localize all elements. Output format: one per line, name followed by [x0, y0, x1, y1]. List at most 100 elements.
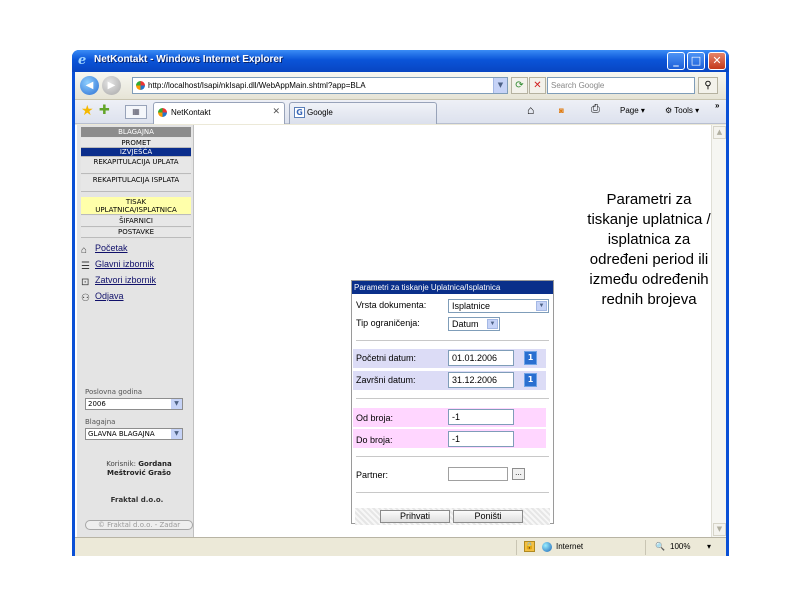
add-favorite-icon[interactable]: ✚: [99, 103, 110, 118]
chevron-down-icon: ▼: [171, 399, 182, 409]
security-lock-icon: 🔒: [524, 541, 535, 552]
print-params-dialog: Parametri za tiskanje Uplatnica/Isplatni…: [351, 280, 554, 525]
nav-link-glavni-izbornik[interactable]: ☰ Glavni izbornik: [81, 259, 154, 272]
page-content: BLAGAJNA PROMET IZVJEŠĆA REKAPITULACIJA …: [75, 125, 726, 537]
address-bar[interactable]: http://localhost/Isapi/nkIsapi.dll/WebAp…: [132, 77, 508, 94]
page-menu[interactable]: Page ▾: [620, 106, 645, 115]
browser-client: ◀ ▶ http://localhost/Isapi/nkIsapi.dll/W…: [75, 72, 726, 556]
dialog-title: Parametri za tiskanje Uplatnica/Isplatni…: [352, 281, 553, 294]
maximize-button[interactable]: □: [687, 52, 705, 70]
tools-menu-label: Tools: [674, 106, 693, 115]
company-name: Fraktal d.o.o.: [110, 496, 164, 504]
tab-toolbar: ★ ✚ ▦ NetKontakt ✕ G Google ⌂ ◙ ⎙ Page ▾…: [75, 100, 726, 124]
limit-type-value: Datum: [452, 319, 479, 329]
quick-tabs-icon[interactable]: ▦: [125, 105, 147, 119]
status-divider: [645, 540, 646, 555]
search-icon[interactable]: ⚲: [698, 77, 718, 94]
main-menu-icon: ☰: [81, 261, 90, 272]
cash-register-label: Blagajna: [85, 418, 116, 426]
netkontakt-favicon-icon: [158, 108, 167, 117]
minimize-button[interactable]: _: [667, 52, 685, 70]
internet-zone-icon: [542, 542, 552, 552]
end-date-input[interactable]: 31.12.2006: [448, 372, 514, 388]
close-button[interactable]: ✕: [708, 52, 726, 70]
scroll-up-icon[interactable]: ▲: [713, 126, 726, 139]
nav-link-label: Odjava: [95, 291, 124, 301]
start-date-input[interactable]: 01.01.2006: [448, 350, 514, 366]
limit-type-select[interactable]: Datum ▼: [448, 317, 500, 331]
doc-type-label: Vrsta dokumenta:: [356, 300, 427, 310]
partner-label: Partner:: [356, 470, 389, 480]
cash-register-select[interactable]: GLAVNA BLAGAJNA ▼: [85, 428, 183, 440]
tab-netkontakt[interactable]: NetKontakt ✕: [153, 102, 285, 124]
sidebar-item-izvjesca[interactable]: IZVJEŠĆA: [81, 148, 191, 157]
zoom-dropdown-icon[interactable]: ▾: [707, 542, 711, 551]
chevron-down-icon[interactable]: ▼: [493, 78, 507, 93]
nav-link-odjava[interactable]: ⚇ Odjava: [81, 291, 124, 304]
user-prefix: Korisnik:: [106, 460, 137, 468]
sidebar-item-promet[interactable]: PROMET: [81, 138, 191, 148]
sidebar-item-rekapitulacija-isplata[interactable]: REKAPITULACIJA ISPLATA: [81, 175, 191, 192]
year-select[interactable]: 2006 ▼: [85, 398, 183, 410]
end-date-calendar-icon[interactable]: 1: [524, 373, 537, 387]
search-input[interactable]: Search Google: [547, 77, 695, 94]
sidebar-item-sifarnici[interactable]: ŠIFARNICI: [81, 216, 191, 227]
tab-google[interactable]: G Google: [289, 102, 437, 124]
partner-lookup-button[interactable]: ...: [512, 468, 525, 480]
sidebar-item-tisak[interactable]: TISAK UPLATNICA/ISPLATNICA: [81, 197, 191, 215]
confirm-button[interactable]: Prihvati: [380, 510, 450, 523]
start-date-calendar-icon[interactable]: 1: [524, 351, 537, 365]
cancel-button[interactable]: Poništi: [453, 510, 523, 523]
nav-link-label: Glavni izbornik: [95, 259, 155, 269]
chevron-right-icon[interactable]: »: [715, 101, 719, 110]
google-favicon-icon: G: [294, 107, 305, 118]
year-value: 2006: [88, 400, 106, 408]
close-menu-icon: ⊡: [81, 277, 90, 288]
search-placeholder: Search Google: [551, 81, 605, 90]
from-number-input[interactable]: -1: [448, 409, 514, 425]
copyright: © Fraktal d.o.o. - Zadar: [85, 520, 193, 530]
forward-button[interactable]: ▶: [102, 76, 121, 95]
back-button[interactable]: ◀: [80, 76, 99, 95]
zoom-level[interactable]: 100%: [670, 542, 690, 551]
stop-icon[interactable]: ✕: [529, 77, 546, 94]
chevron-down-icon: ▼: [171, 429, 182, 439]
divider: [356, 492, 549, 493]
ie-logo-icon: e: [78, 53, 87, 68]
partner-input[interactable]: [448, 467, 508, 481]
to-number-label: Do broja:: [356, 435, 393, 445]
divider: [356, 398, 549, 399]
sidebar: BLAGAJNA PROMET IZVJEŠĆA REKAPITULACIJA …: [77, 125, 194, 537]
limit-type-label: Tip ograničenja:: [356, 318, 420, 328]
zone-label: Internet: [556, 542, 584, 551]
address-url: http://localhost/Isapi/nkIsapi.dll/WebAp…: [148, 81, 366, 90]
nav-link-zatvori-izbornik[interactable]: ⊡ Zatvori izbornik: [81, 275, 156, 288]
sidebar-header: BLAGAJNA: [81, 127, 191, 137]
home-icon[interactable]: ⌂: [527, 103, 534, 117]
refresh-icon[interactable]: ⟳: [511, 77, 528, 94]
vertical-scrollbar[interactable]: ▲ ▼: [711, 125, 726, 537]
favorites-star-icon[interactable]: ★: [81, 103, 94, 119]
sidebar-item-postavke[interactable]: POSTAVKE: [81, 228, 191, 238]
to-number-input[interactable]: -1: [448, 431, 514, 447]
tab-label: NetKontakt: [171, 108, 211, 117]
sidebar-item-rekapitulacija-uplata[interactable]: REKAPITULACIJA UPLATA: [81, 157, 191, 174]
address-toolbar: ◀ ▶ http://localhost/Isapi/nkIsapi.dll/W…: [75, 72, 726, 100]
zoom-icon: 🔍: [655, 542, 665, 551]
logout-icon: ⚇: [81, 293, 90, 304]
nav-link-pocetak[interactable]: ⌂ Početak: [81, 243, 128, 256]
start-date-label: Početni datum:: [356, 353, 417, 363]
print-icon[interactable]: ⎙: [591, 103, 600, 116]
tools-menu[interactable]: ⚙ Tools ▾: [665, 106, 699, 115]
chevron-down-icon: ▼: [487, 319, 498, 329]
tab-close-icon[interactable]: ✕: [272, 107, 280, 117]
nav-link-label: Zatvori izbornik: [95, 275, 157, 285]
cash-register-value: GLAVNA BLAGAJNA: [88, 430, 155, 438]
home-icon: ⌂: [81, 245, 88, 256]
doc-type-select[interactable]: Isplatnice ▼: [448, 299, 549, 313]
from-number-label: Od broja:: [356, 413, 394, 423]
title-bar: e NetKontakt - Windows Internet Explorer…: [72, 50, 729, 72]
tab-label: Google: [307, 108, 333, 117]
scroll-down-icon[interactable]: ▼: [713, 523, 726, 536]
feeds-icon[interactable]: ◙: [559, 106, 564, 115]
